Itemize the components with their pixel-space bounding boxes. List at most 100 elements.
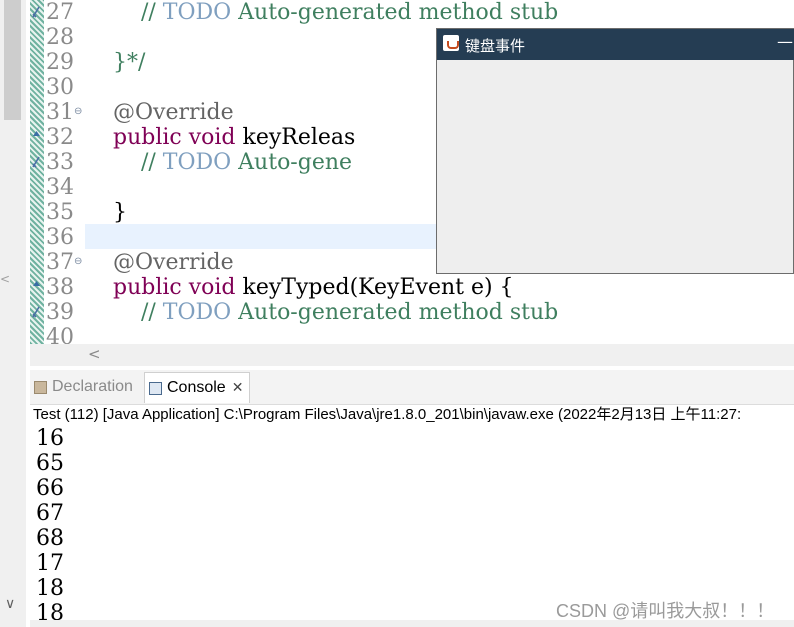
- fold-toggle-icon[interactable]: ⊖: [74, 106, 82, 117]
- line-number-gutter: 29: [44, 50, 84, 75]
- close-icon[interactable]: ✕: [232, 380, 244, 396]
- tab-declaration[interactable]: Declaration: [34, 372, 133, 402]
- override-marker-icon[interactable]: [32, 130, 41, 144]
- code-token: }*/: [85, 50, 146, 75]
- code-token: @Override: [112, 250, 234, 275]
- code-line[interactable]: public void keyReleas: [85, 125, 355, 150]
- line-number: 28: [46, 25, 74, 50]
- line-number-gutter: 33: [44, 150, 84, 175]
- line-number-gutter: 36: [44, 225, 84, 250]
- code-line[interactable]: @Override: [85, 250, 234, 275]
- window-titlebar[interactable]: 键盘事件 —: [437, 29, 794, 60]
- line-number-gutter: 38: [44, 275, 84, 300]
- scroll-left-icon[interactable]: <: [88, 345, 101, 363]
- line-number-gutter: 40: [44, 325, 84, 344]
- line-number-gutter: 27: [44, 0, 84, 25]
- code-token: public: [112, 125, 182, 150]
- code-token: public: [112, 275, 182, 300]
- line-number-gutter: 39: [44, 300, 84, 325]
- code-token: Auto-generated method stub: [231, 0, 559, 25]
- line-number: 29: [46, 50, 74, 75]
- scroll-down-icon[interactable]: ∨: [5, 596, 15, 612]
- editor-horizontal-scrollbar[interactable]: <: [30, 344, 794, 366]
- line-number-gutter: 35: [44, 200, 84, 225]
- console-output-line: 17: [36, 551, 64, 576]
- declaration-icon: [34, 380, 47, 394]
- line-number: 31: [46, 100, 74, 125]
- code-token: void: [188, 275, 236, 300]
- line-number-gutter: 31 ⊖: [44, 100, 84, 125]
- code-token: //: [140, 0, 163, 25]
- code-token: Auto-gene: [231, 150, 353, 175]
- fold-toggle-icon[interactable]: ⊖: [74, 256, 82, 267]
- code-token: TODO: [162, 300, 232, 325]
- console-output-line: 18: [36, 601, 64, 621]
- scrollbar-thumb[interactable]: [4, 0, 21, 120]
- code-line[interactable]: }: [85, 200, 127, 225]
- code-line[interactable]: @Override: [85, 100, 234, 125]
- code-token: //: [140, 150, 163, 175]
- code-token: TODO: [162, 150, 232, 175]
- code-line[interactable]: // TODO Auto-generated method stub: [85, 0, 558, 25]
- code-line[interactable]: public void keyTyped(KeyEvent e) {: [85, 275, 514, 300]
- line-number-gutter: 32: [44, 125, 84, 150]
- line-number: 33: [46, 150, 74, 175]
- code-token: @Override: [112, 100, 234, 125]
- override-marker-icon[interactable]: [32, 280, 41, 294]
- line-number: 39: [46, 300, 74, 325]
- task-marker-icon[interactable]: [32, 5, 41, 19]
- console-icon: [149, 381, 162, 395]
- code-token: keyReleas: [235, 125, 356, 150]
- keyboard-event-window[interactable]: 键盘事件 —: [436, 28, 794, 274]
- tab-console[interactable]: Console ✕: [144, 372, 251, 403]
- window-title: 键盘事件: [465, 37, 526, 55]
- console-output-line: 68: [36, 526, 64, 551]
- console-process-label: Test (112) [Java Application] C:\Program…: [33, 406, 742, 423]
- java-cup-icon: [443, 35, 459, 51]
- console-output[interactable]: 16 65 66 67 68 17 18 18: [30, 426, 794, 621]
- line-number-gutter: 34: [44, 175, 84, 200]
- task-marker-icon[interactable]: [32, 305, 41, 319]
- console-output-line: 16: [36, 426, 64, 451]
- console-output-line: 18: [36, 576, 64, 601]
- code-line[interactable]: // TODO Auto-gene: [85, 150, 352, 175]
- line-number: 37: [46, 250, 74, 275]
- code-token: //: [140, 300, 163, 325]
- line-number: 30: [46, 75, 74, 100]
- line-number-gutter: 28: [44, 25, 84, 50]
- line-number: 32: [46, 125, 74, 150]
- line-number: 27: [46, 0, 74, 25]
- code-token: void: [188, 125, 236, 150]
- line-number: 36: [46, 225, 74, 250]
- code-token: TODO: [162, 0, 232, 25]
- line-number: 38: [46, 275, 74, 300]
- code-token: }: [85, 200, 127, 225]
- console-output-line: 65: [36, 451, 64, 476]
- vertical-scrollbar[interactable]: < ∨: [0, 0, 26, 627]
- tab-label: Declaration: [52, 378, 133, 395]
- code-token: keyTyped(KeyEvent e) {: [235, 275, 514, 300]
- code-token: Auto-generated method stub: [231, 300, 559, 325]
- console-output-line: 66: [36, 476, 64, 501]
- line-number-gutter: 37 ⊖: [44, 250, 84, 275]
- task-marker-icon[interactable]: [32, 155, 41, 169]
- line-number: 35: [46, 200, 74, 225]
- minimize-button[interactable]: —: [777, 32, 793, 51]
- line-number-gutter: 30: [44, 75, 84, 100]
- line-number: 34: [46, 175, 74, 200]
- line-number: 40: [46, 325, 74, 344]
- console-horizontal-scrollbar[interactable]: [30, 620, 794, 627]
- code-line[interactable]: // TODO Auto-generated method stub: [85, 300, 558, 325]
- scrollbar-collapse-icon: <: [0, 272, 11, 286]
- tab-label: Console: [167, 379, 226, 396]
- code-line[interactable]: }*/: [85, 50, 145, 75]
